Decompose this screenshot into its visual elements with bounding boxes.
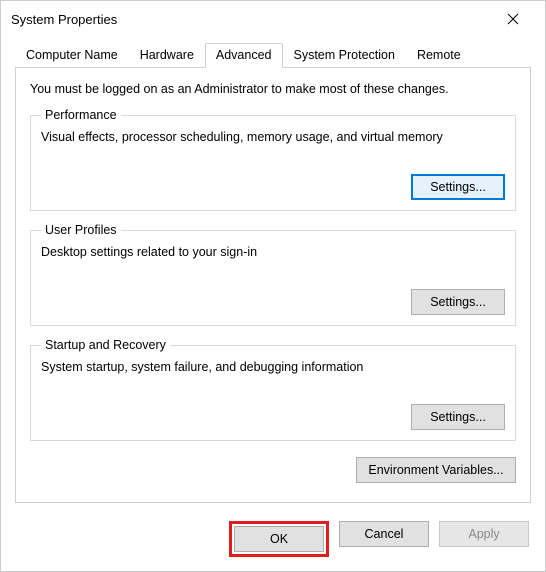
tab-advanced[interactable]: Advanced	[205, 43, 283, 68]
tab-panel-advanced: You must be logged on as an Administrato…	[15, 67, 531, 503]
system-properties-window: System Properties Computer Name Hardware…	[0, 0, 546, 572]
tab-remote[interactable]: Remote	[406, 43, 472, 68]
tab-system-protection[interactable]: System Protection	[283, 43, 406, 68]
dialog-buttons: OK Cancel Apply	[1, 513, 545, 571]
performance-desc: Visual effects, processor scheduling, me…	[41, 130, 505, 144]
group-user-profiles-legend: User Profiles	[41, 223, 121, 237]
ok-button[interactable]: OK	[234, 526, 324, 552]
window-title: System Properties	[11, 12, 117, 27]
admin-notice: You must be logged on as an Administrato…	[30, 82, 516, 96]
apply-button[interactable]: Apply	[439, 521, 529, 547]
tab-computer-name[interactable]: Computer Name	[15, 43, 129, 68]
close-button[interactable]	[493, 4, 533, 34]
group-user-profiles: User Profiles Desktop settings related t…	[30, 223, 516, 326]
group-performance-legend: Performance	[41, 108, 121, 122]
group-performance: Performance Visual effects, processor sc…	[30, 108, 516, 211]
ok-highlight: OK	[229, 521, 329, 557]
tabstrip: Computer Name Hardware Advanced System P…	[15, 43, 531, 68]
titlebar: System Properties	[1, 1, 545, 37]
user-profiles-desc: Desktop settings related to your sign-in	[41, 245, 505, 259]
startup-recovery-desc: System startup, system failure, and debu…	[41, 360, 505, 374]
close-icon	[507, 13, 519, 25]
group-startup-recovery-legend: Startup and Recovery	[41, 338, 170, 352]
performance-settings-button[interactable]: Settings...	[411, 174, 505, 200]
group-startup-recovery: Startup and Recovery System startup, sys…	[30, 338, 516, 441]
user-profiles-settings-button[interactable]: Settings...	[411, 289, 505, 315]
environment-variables-button[interactable]: Environment Variables...	[356, 457, 516, 483]
tab-hardware[interactable]: Hardware	[129, 43, 205, 68]
startup-recovery-settings-button[interactable]: Settings...	[411, 404, 505, 430]
cancel-button[interactable]: Cancel	[339, 521, 429, 547]
